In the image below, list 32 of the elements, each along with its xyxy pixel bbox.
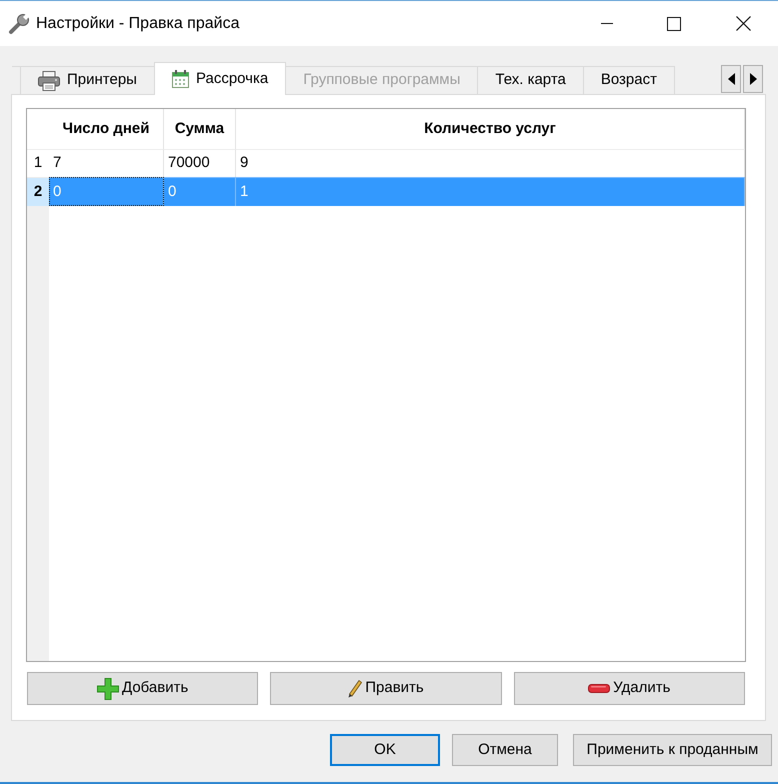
- tab[interactable]: Возраст: [582, 66, 675, 94]
- table-row[interactable]: 1 7 70000 9: [27, 149, 745, 177]
- column-header[interactable]: Количество услуг: [236, 109, 745, 149]
- table-row[interactable]: 2 0 0 1: [27, 177, 745, 206]
- tab[interactable]: Рассрочка: [154, 62, 286, 95]
- window-title: Настройки - Правка прайса: [36, 14, 240, 34]
- table-cell[interactable]: 7: [49, 149, 164, 177]
- triangle-right-icon: [750, 73, 756, 85]
- column-header[interactable]: Сумма: [164, 109, 236, 149]
- pencil-icon: [348, 680, 362, 698]
- triangle-left-icon: [728, 73, 734, 85]
- edit-button[interactable]: Править: [270, 672, 502, 705]
- table-cell[interactable]: 70000: [164, 149, 236, 177]
- printer-icon: [38, 70, 60, 90]
- wrench-icon: [8, 12, 30, 34]
- scroll-left-button[interactable]: [721, 65, 741, 93]
- scroll-right-button[interactable]: [743, 65, 763, 93]
- close-icon: [736, 16, 750, 31]
- dialog-button[interactable]: OK: [330, 734, 440, 766]
- minus-icon: [588, 684, 610, 693]
- row-header[interactable]: 2: [27, 177, 49, 206]
- minimize-icon: [601, 23, 613, 24]
- plus-icon: [97, 678, 120, 700]
- column-header[interactable]: Число дней: [49, 109, 164, 149]
- add-button[interactable]: Добавить: [27, 672, 258, 705]
- dialog-button[interactable]: Применить к проданным: [573, 734, 772, 766]
- calendar-icon: [172, 70, 189, 88]
- delete-button[interactable]: Удалить: [514, 672, 745, 705]
- tab[interactable]: Принтеры: [20, 66, 155, 94]
- dialog-button[interactable]: Отмена: [452, 734, 558, 766]
- maximize-icon: [667, 16, 681, 30]
- table-cell[interactable]: 9: [236, 149, 745, 177]
